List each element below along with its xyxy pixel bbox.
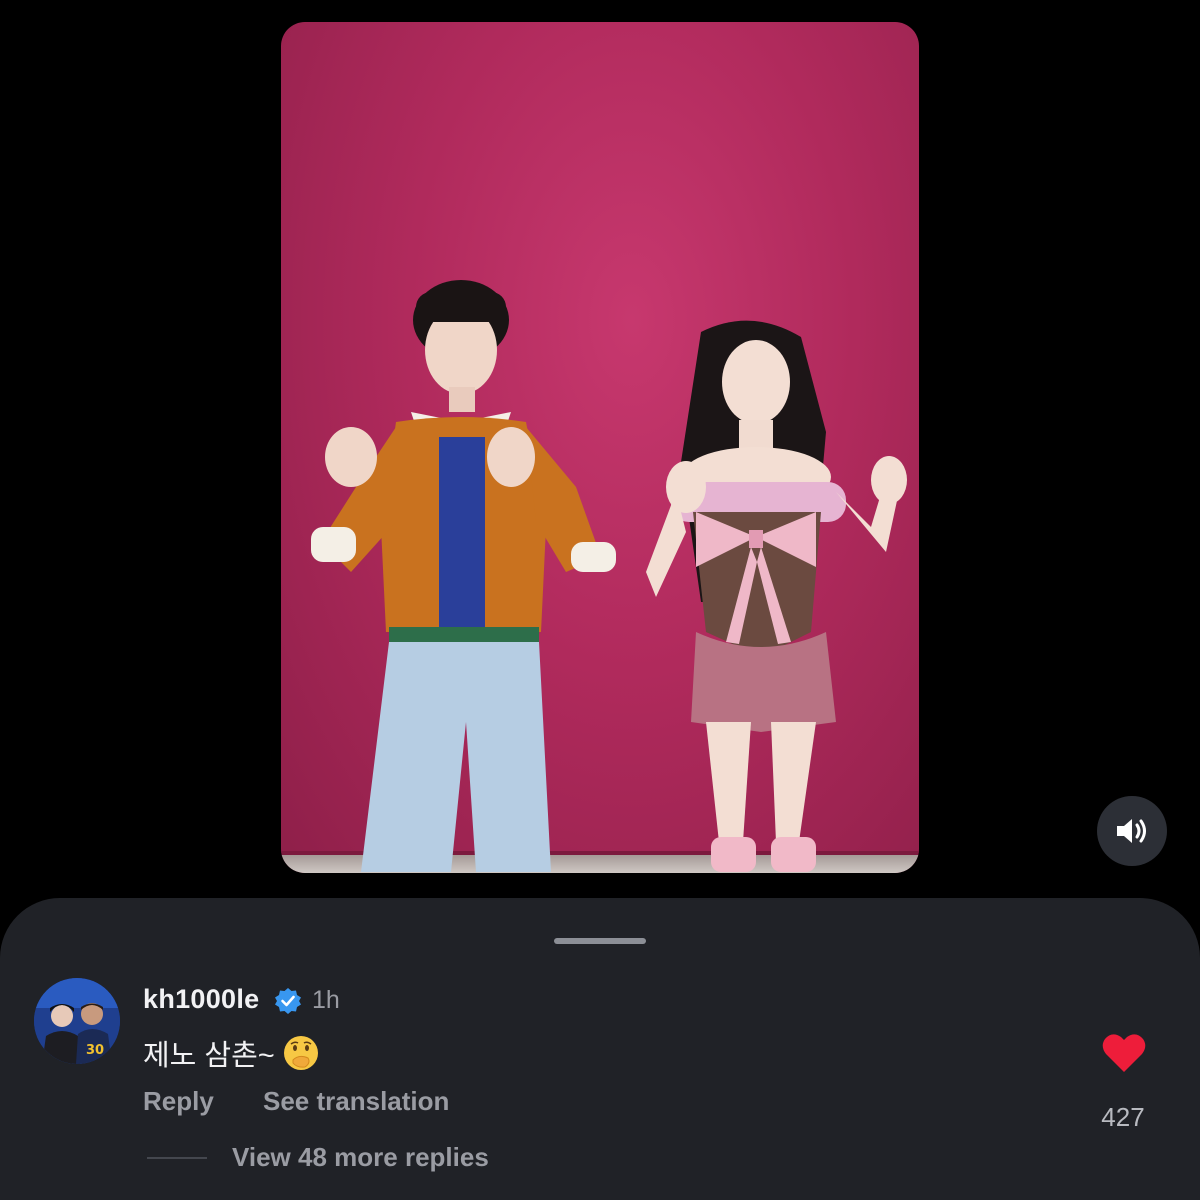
heart-icon[interactable] [1101,1032,1147,1074]
speaker-icon [1117,819,1146,843]
video-person-right [646,320,907,872]
comment-text: 제노 삼촌~ [143,1040,275,1072]
reply-button[interactable]: Reply [143,1086,214,1117]
avatar-image: 30 [34,978,120,1064]
sound-toggle-button[interactable] [1097,796,1167,866]
comment-body: 제노 삼촌~ [143,1032,321,1074]
svg-text:30: 30 [86,1043,104,1058]
see-translation-button[interactable]: See translation [263,1086,449,1117]
like-count: 427 [1101,1102,1145,1132]
face-with-hand-over-mouth-emoji [283,1036,318,1070]
comment-username[interactable]: kh1000le [143,984,260,1015]
video-player[interactable] [281,22,919,873]
replies-divider-line [147,1157,207,1159]
avatar[interactable]: 30 [34,978,120,1064]
sheet-grabber[interactable] [554,938,646,944]
view-more-replies-button[interactable]: View 48 more replies [232,1142,489,1173]
verified-badge-icon [275,988,301,1014]
reel-screen: 30 kh1000le 1h 제노 삼촌~ Reply See translat… [0,0,1200,1200]
video-person-left [311,280,616,872]
comments-sheet: 30 kh1000le 1h 제노 삼촌~ Reply See translat… [0,898,1200,1200]
comment-timestamp: 1h [312,986,340,1014]
